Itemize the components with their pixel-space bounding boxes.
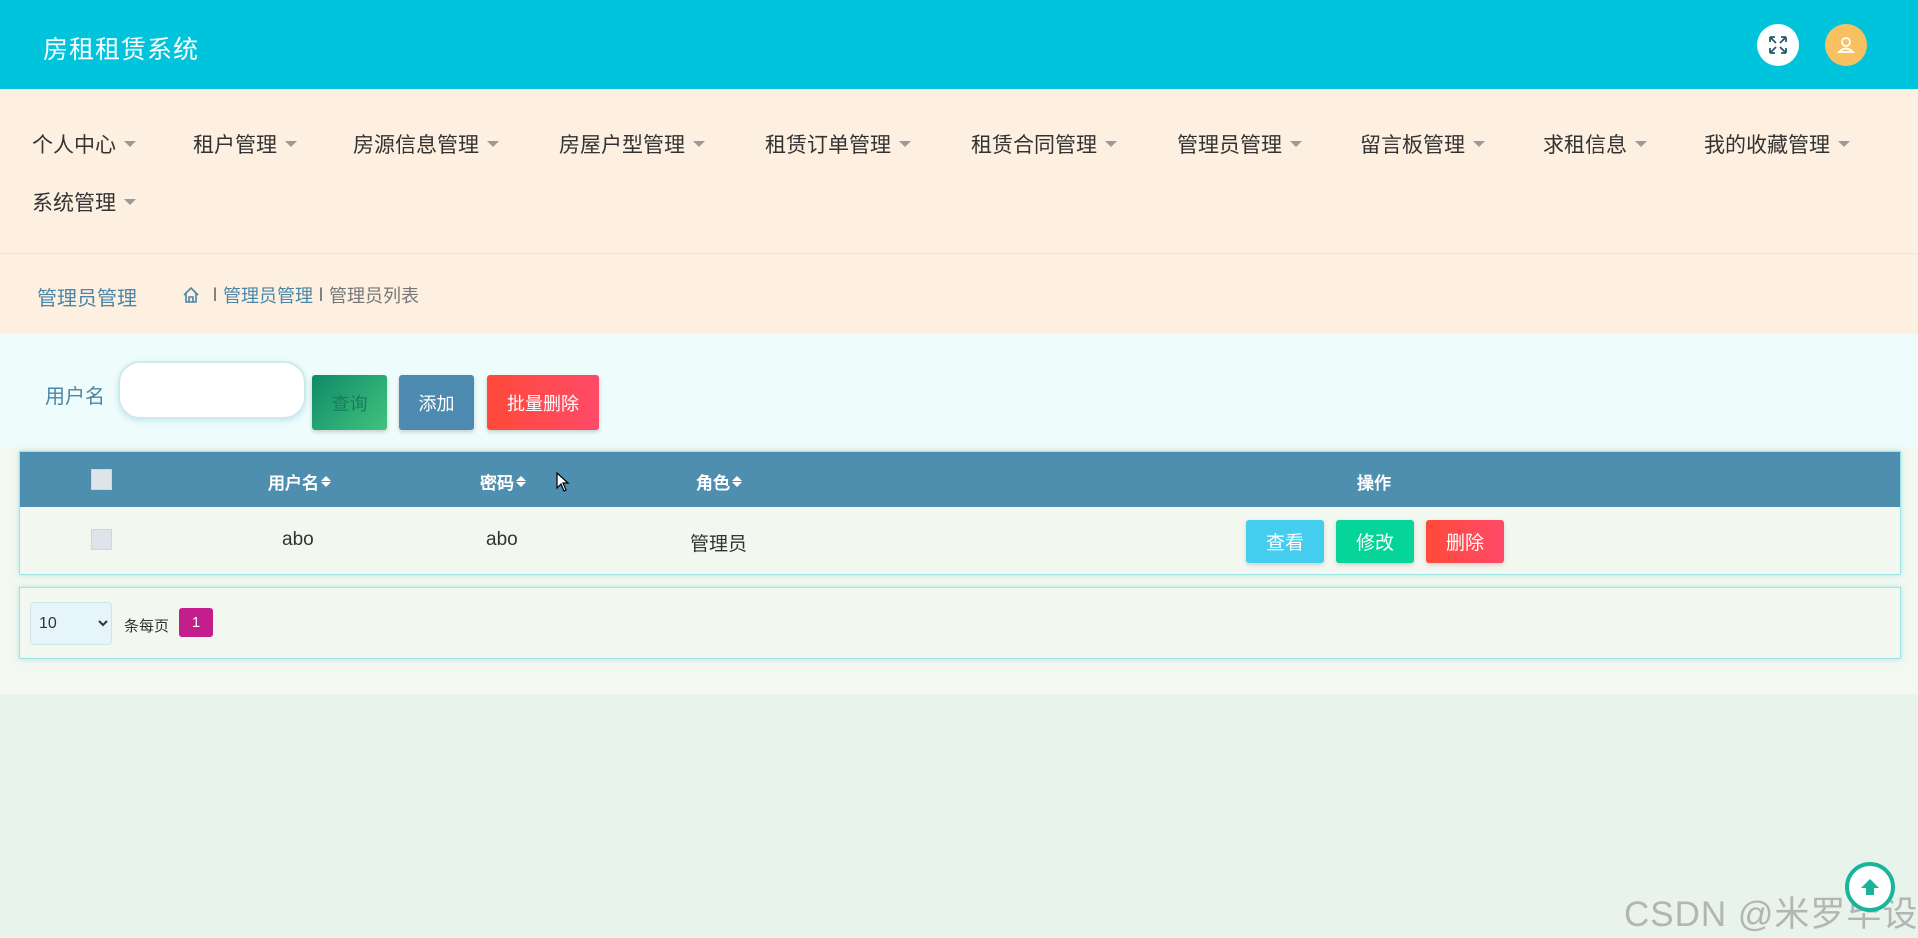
search-bar: 用户名 查询 添加 批量删除 [0,334,1918,448]
nav-item-label: 留言板管理 [1360,134,1465,157]
expand-icon [1769,36,1787,54]
nav-item-label: 租户管理 [193,134,277,157]
cell-password: abo [486,529,518,550]
app-title: 房租租赁系统 [43,36,200,64]
column-header-label: 角色 [696,474,730,493]
breadcrumb-bar: 管理员管理 l 管理员管理 l 管理员列表 [0,254,1918,334]
nav-item-tenant[interactable]: 租户管理 [193,129,297,159]
back-to-top-button[interactable] [1845,862,1895,912]
nav-item-rental-order[interactable]: 租赁订单管理 [765,129,911,159]
batch-delete-button[interactable]: 批量删除 [487,375,599,430]
table-row: abo abo 管理员 [20,507,1900,574]
row-checkbox[interactable] [91,529,112,550]
sort-icon [732,476,742,487]
view-button[interactable]: 查看 [1246,520,1324,563]
page-title: 管理员管理 [37,288,137,310]
page-number-current[interactable]: 1 [179,608,213,637]
pagination: 10 条每页 1 [19,587,1901,659]
column-header-label: 操作 [1357,474,1391,493]
nav-item-admin[interactable]: 管理员管理 [1177,129,1302,159]
admin-table: 用户名 密码 角色 操作 abo abo 管理员 查看 修改 删除 [19,451,1901,575]
fullscreen-button[interactable] [1757,24,1799,66]
nav-item-house-type[interactable]: 房屋户型管理 [559,129,705,159]
breadcrumb: l 管理员管理 l 管理员列表 [181,282,419,308]
caret-down-icon [1290,141,1302,147]
caret-down-icon [1635,141,1647,147]
nav-item-favorites[interactable]: 我的收藏管理 [1704,129,1850,159]
cell-username: abo [282,529,314,550]
nav-item-label: 管理员管理 [1177,134,1282,157]
mouse-cursor-icon [556,472,570,492]
nav-item-label: 个人中心 [32,134,116,157]
nav-item-label: 租赁订单管理 [765,134,891,157]
caret-down-icon [1838,141,1850,147]
table-header: 用户名 密码 角色 操作 [20,452,1900,507]
user-avatar-button[interactable] [1825,24,1867,66]
column-header-label: 用户名 [268,474,319,493]
nav-item-label: 求租信息 [1543,134,1627,157]
add-button[interactable]: 添加 [399,375,474,430]
main-content: 用户名 查询 添加 批量删除 用户名 密码 角色 操作 abo abo 管理员 … [0,334,1918,694]
caret-down-icon [1105,141,1117,147]
breadcrumb-item[interactable]: 管理员管理 [223,282,313,308]
column-header-actions: 操作 [1357,469,1391,494]
breadcrumb-item-current: 管理员列表 [329,286,419,306]
nav-item-label: 租赁合同管理 [971,134,1097,157]
arrow-up-icon [1861,879,1879,895]
nav-item-message-board[interactable]: 留言板管理 [1360,129,1485,159]
column-header-role[interactable]: 角色 [696,469,742,494]
column-header-label: 密码 [480,474,514,493]
per-page-label: 条每页 [124,618,170,635]
nav-item-system[interactable]: 系统管理 [32,187,136,217]
breadcrumb-separator: l [319,284,323,305]
delete-button[interactable]: 删除 [1426,520,1504,563]
breadcrumb-separator: l [213,284,217,305]
page-size-select[interactable]: 10 [30,602,112,645]
nav-item-label: 房源信息管理 [353,134,479,157]
edit-button[interactable]: 修改 [1336,520,1414,563]
caret-down-icon [124,199,136,205]
query-button[interactable]: 查询 [312,375,387,430]
sort-icon [321,476,331,487]
column-header-username[interactable]: 用户名 [268,469,331,494]
cell-role: 管理员 [690,534,748,555]
nav-item-label: 我的收藏管理 [1704,134,1830,157]
caret-down-icon [899,141,911,147]
column-header-password[interactable]: 密码 [480,469,526,494]
username-label: 用户名 [45,386,105,408]
nav-item-personal-center[interactable]: 个人中心 [32,129,136,159]
username-search-input[interactable] [118,361,306,419]
nav-item-label: 房屋户型管理 [559,134,685,157]
nav-item-listing[interactable]: 房源信息管理 [353,129,499,159]
home-icon[interactable] [181,285,201,305]
user-icon [1836,37,1856,53]
caret-down-icon [1473,141,1485,147]
caret-down-icon [124,141,136,147]
nav-item-label: 系统管理 [32,192,116,215]
sort-icon [516,476,526,487]
nav-item-rental-contract[interactable]: 租赁合同管理 [971,129,1117,159]
nav-item-rent-wanted[interactable]: 求租信息 [1543,129,1647,159]
caret-down-icon [487,141,499,147]
main-nav: 个人中心 租户管理 房源信息管理 房屋户型管理 租赁订单管理 租赁合同管理 管理… [0,89,1918,254]
select-all-checkbox[interactable] [91,469,112,490]
caret-down-icon [693,141,705,147]
app-header: 房租租赁系统 [0,0,1918,89]
caret-down-icon [285,141,297,147]
